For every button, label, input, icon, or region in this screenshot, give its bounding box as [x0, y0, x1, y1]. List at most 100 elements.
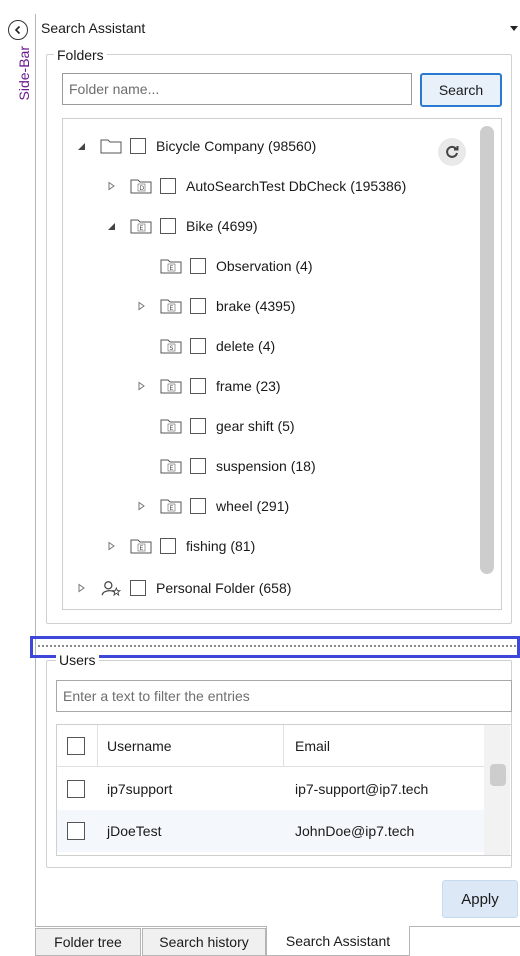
- tree-checkbox[interactable]: [190, 338, 206, 354]
- svg-text:E: E: [140, 545, 144, 552]
- search-button[interactable]: Search: [420, 73, 502, 107]
- row-checkbox[interactable]: [67, 822, 85, 840]
- row-username: jDoeTest: [107, 823, 162, 839]
- tree-checkbox[interactable]: [190, 418, 206, 434]
- tree-item-observation[interactable]: E Observation (4): [160, 248, 312, 284]
- splitter-grip[interactable]: [38, 645, 516, 647]
- tree-item-fishing[interactable]: E fishing (81): [106, 528, 255, 564]
- collapsed-arrow-icon[interactable]: [106, 541, 116, 551]
- row-email: JohnDoe@ip7.tech: [295, 823, 415, 839]
- folder-e-icon: E: [160, 299, 182, 314]
- svg-text:E: E: [170, 425, 174, 432]
- tree-checkbox[interactable]: [160, 218, 176, 234]
- svg-text:E: E: [140, 225, 144, 232]
- row-checkbox[interactable]: [67, 780, 85, 798]
- collapsed-arrow-icon[interactable]: [106, 181, 116, 191]
- tree-item-autosearchtest[interactable]: D AutoSearchTest DbCheck (195386): [106, 168, 406, 204]
- table-row[interactable]: ip7support ip7-support@ip7.tech: [57, 768, 487, 810]
- users-filter-input[interactable]: [56, 680, 512, 712]
- folder-e-icon: E: [160, 459, 182, 474]
- folder-e-icon: E: [160, 379, 182, 394]
- tree-item-label: AutoSearchTest DbCheck (195386): [186, 178, 407, 194]
- folder-e-icon: E: [130, 539, 152, 554]
- side-bar-label: Side-Bar: [16, 46, 32, 101]
- tree-checkbox[interactable]: [190, 458, 206, 474]
- tree-item-label: gear shift (5): [216, 418, 295, 434]
- side-bar-tab[interactable]: Side-Bar: [2, 46, 32, 106]
- folder-s-icon: S: [160, 339, 182, 354]
- tree-checkbox[interactable]: [190, 298, 206, 314]
- row-email: ip7-support@ip7.tech: [295, 781, 429, 797]
- tree-scrollbar[interactable]: [480, 126, 494, 574]
- folders-legend: Folders: [54, 47, 107, 63]
- tree-checkbox[interactable]: [190, 378, 206, 394]
- select-all-checkbox[interactable]: [67, 736, 85, 755]
- folder-e-icon: E: [130, 219, 152, 234]
- user-star-icon: [101, 581, 122, 596]
- svg-text:E: E: [170, 465, 174, 472]
- tree-item-bicycle-company[interactable]: Bicycle Company (98560): [76, 128, 316, 164]
- users-scrollbar-thumb[interactable]: [490, 764, 506, 786]
- column-username[interactable]: Username: [107, 738, 172, 754]
- tree-item-label: fishing (81): [186, 538, 256, 554]
- column-email[interactable]: Email: [295, 738, 330, 754]
- expanded-arrow-icon[interactable]: [76, 141, 86, 151]
- folder-icon: [100, 139, 122, 154]
- tree-item-label: frame (23): [216, 378, 281, 394]
- tree-item-label: Personal Folder (658): [156, 580, 292, 596]
- tab-search-history[interactable]: Search history: [142, 928, 266, 956]
- tree-item-label: delete (4): [216, 338, 276, 354]
- tree-item-brake[interactable]: E brake (4395): [136, 288, 295, 324]
- users-table-header: Username Email: [57, 725, 487, 767]
- folder-e-icon: E: [160, 259, 182, 274]
- tree-checkbox[interactable]: [130, 138, 146, 154]
- users-legend: Users: [56, 652, 99, 668]
- panel-title: Search Assistant: [41, 20, 146, 36]
- collapsed-arrow-icon[interactable]: [136, 301, 146, 311]
- side-bar: [0, 0, 34, 956]
- panel-splitter[interactable]: [30, 636, 520, 658]
- svg-text:E: E: [170, 385, 174, 392]
- apply-button[interactable]: Apply: [442, 880, 518, 918]
- collapsed-arrow-icon[interactable]: [76, 583, 86, 593]
- users-table: Username Email ip7support ip7-support@ip…: [56, 724, 512, 856]
- tree-item-delete[interactable]: S delete (4): [160, 328, 275, 364]
- tree-item-label: wheel (291): [216, 498, 290, 514]
- panel-menu-dropdown-icon[interactable]: [508, 22, 520, 34]
- svg-text:E: E: [170, 505, 174, 512]
- tree-checkbox[interactable]: [190, 498, 206, 514]
- tree-item-label: Bike (4699): [186, 218, 258, 234]
- tree-item-bike[interactable]: E Bike (4699): [106, 208, 258, 244]
- users-scrollbar-track[interactable]: [484, 725, 510, 855]
- collapsed-arrow-icon[interactable]: [136, 381, 146, 391]
- svg-text:E: E: [170, 305, 174, 312]
- tree-item-gear-shift[interactable]: E gear shift (5): [160, 408, 295, 444]
- svg-text:D: D: [140, 185, 145, 192]
- tab-search-assistant[interactable]: Search Assistant: [266, 926, 410, 956]
- table-row[interactable]: jDoeTest JohnDoe@ip7.tech: [57, 810, 487, 852]
- refresh-icon[interactable]: [438, 138, 466, 166]
- svg-text:S: S: [170, 345, 174, 352]
- tree-checkbox[interactable]: [160, 178, 176, 194]
- tree-item-suspension[interactable]: E suspension (18): [160, 448, 316, 484]
- collapsed-arrow-icon[interactable]: [136, 501, 146, 511]
- folder-e-icon: E: [160, 499, 182, 514]
- tree-item-personal-folder[interactable]: Personal Folder (658): [76, 570, 291, 606]
- tree-checkbox[interactable]: [130, 580, 146, 596]
- tree-checkbox[interactable]: [190, 258, 206, 274]
- tab-folder-tree[interactable]: Folder tree: [35, 928, 141, 956]
- tree-item-label: brake (4395): [216, 298, 296, 314]
- tree-item-wheel[interactable]: E wheel (291): [136, 488, 289, 524]
- collapse-sidebar-icon[interactable]: [8, 20, 28, 40]
- tree-item-label: Observation (4): [216, 258, 313, 274]
- folder-e-icon: E: [160, 419, 182, 434]
- folder-d-icon: D: [130, 179, 152, 194]
- tree-checkbox[interactable]: [160, 538, 176, 554]
- tree-item-label: suspension (18): [216, 458, 316, 474]
- tree-item-label: Bicycle Company (98560): [156, 138, 317, 154]
- folder-name-input[interactable]: [62, 73, 412, 105]
- expanded-arrow-icon[interactable]: [106, 221, 116, 231]
- row-username: ip7support: [107, 781, 173, 797]
- svg-text:E: E: [170, 265, 174, 272]
- tree-item-frame[interactable]: E frame (23): [136, 368, 281, 404]
